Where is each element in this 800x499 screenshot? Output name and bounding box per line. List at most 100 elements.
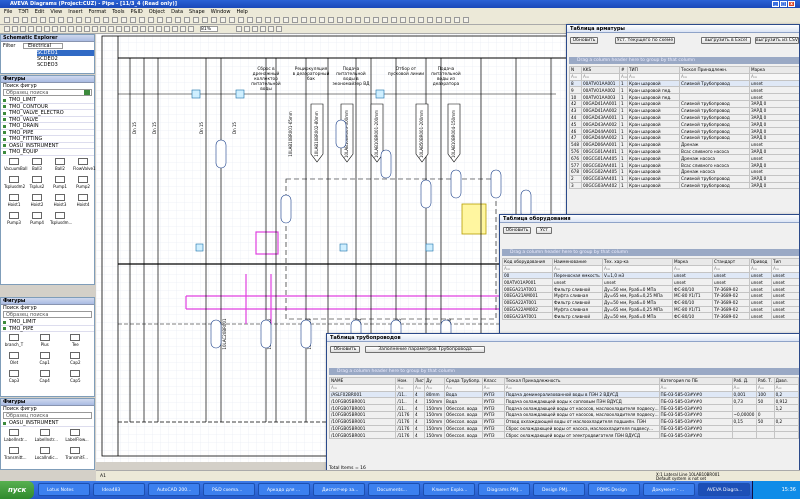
toolbar-button[interactable] [116,26,122,32]
column-header[interactable]: Тескол Принадлежн. [679,66,750,74]
column-header[interactable]: Тескол Принадлежность [503,377,660,385]
column-header[interactable]: KKS [581,66,620,74]
table-row[interactable]: 42 00GAD41AA001 1 Кран шаровой Сливной трубо… [569,99,799,108]
filter-cell[interactable]: A= [502,264,553,273]
figure-symbol[interactable]: Hoist4 [73,193,93,208]
menu-item[interactable]: Edit [35,9,45,15]
taskbar-button[interactable]: Аркадо для ... [258,483,310,496]
close-button[interactable]: x [788,1,795,7]
toolbar-button[interactable] [355,17,361,23]
figure-symbol[interactable]: LocalIndic... [35,446,58,461]
filter-cell[interactable]: A= [619,72,628,81]
filter-cell[interactable]: A= [749,264,772,273]
table-row[interactable]: /10FGB05BR001/1176 4 150mm Обессол. вода УУП… [328,410,799,419]
toolbar-button[interactable] [164,26,170,32]
toolbar-button[interactable] [463,17,469,23]
table-row[interactable]: 3 00GCG03AA402 1 Кран шаровой Сливной трубоп… [569,181,799,190]
filter-cell[interactable]: A= [503,383,660,392]
figure-symbol[interactable]: Olet [4,352,24,366]
table-row[interactable]: 2 00GCG03AA401 1 Кран шаровой Сливной трубоп… [569,174,799,183]
column-header[interactable]: Тип [771,258,799,266]
toolbar-button[interactable] [124,26,130,32]
taskbar-button[interactable]: Документ - ... [643,483,695,496]
group-by-area[interactable]: Drag a column header here to group by th… [502,249,799,256]
figure-symbol[interactable]: Plus [35,334,55,348]
table-row[interactable]: 45 00GAD43AA002 1 Кран шаровой Сливной трубо… [569,120,799,129]
toolbar-button[interactable] [238,17,244,23]
menu-item[interactable]: TЭП [18,9,28,15]
toolbar-button[interactable] [265,17,271,23]
filter-cell[interactable]: A= [627,72,680,81]
figure-search-input[interactable]: Образец поиска [3,311,92,318]
table-row[interactable]: 10 00ATV01AA003 1 Кран шаровой пед. unset [569,93,799,101]
menu-item[interactable]: Help [236,9,247,15]
table-row[interactable]: 46 00GAD44AA001 1 Кран шаровой Сливной трубо… [569,127,799,135]
toolbar-button[interactable] [373,17,379,23]
toolbar-button[interactable] [337,17,343,23]
figure-symbol[interactable]: LabelFlow... [65,428,89,443]
column-header[interactable]: Стандарт [712,258,750,266]
filter-cell[interactable]: A= [481,383,505,392]
figure-symbol[interactable]: Tsplusdm2 [4,175,25,190]
column-header[interactable]: Раб. Д. [731,377,757,385]
toolbar-button[interactable] [445,17,451,23]
toolbar-button[interactable] [418,17,424,23]
filter-dropdown[interactable]: Electrical [23,43,63,49]
table-row[interactable]: 43 00GAD41AA002 1 Кран шаровой Сливной трубо… [569,106,799,115]
toolbar-button[interactable] [112,17,118,23]
maximize-button[interactable]: □ [780,1,787,7]
toolbar-button[interactable] [4,17,10,23]
filter-cell[interactable]: A= [731,383,757,392]
figure-symbol[interactable]: Hoist2 [27,193,47,208]
figure-symbol[interactable]: Cap2 [65,352,85,366]
figure-symbol[interactable]: Pump4 [27,211,47,226]
column-header[interactable]: Среда Трубопр. [444,377,483,385]
table-row[interactable]: 576 00GCG01AA401 1 Кран шаровой Всас сливног… [569,147,799,156]
toolbar-button[interactable] [364,17,370,23]
taskbar-button[interactable]: Documents... [368,483,420,496]
toolbar-button[interactable] [49,17,55,23]
filter-cell[interactable]: A= [328,383,397,392]
table-row[interactable]: 44 00GAD43AA001 1 Кран шаровой Сливной трубо… [569,113,799,122]
toolbar-button[interactable] [292,17,298,23]
toolbar-button[interactable] [58,17,64,23]
column-header[interactable]: Наименование [552,258,603,266]
toolbar-button[interactable] [274,17,280,23]
toolbar-button[interactable] [12,26,18,32]
filter-row[interactable]: A= A= A= A= A= A= A= [502,264,799,273]
toolbar-button[interactable] [202,17,208,23]
figure-symbol[interactable]: Tsplusdm... [50,211,72,226]
figure-symbol[interactable]: TransmitF... [65,446,88,461]
column-header[interactable]: Марка [672,258,713,266]
toolbar-button[interactable] [252,26,258,32]
figure-symbol[interactable]: Cap1 [35,352,55,366]
toolbar-button[interactable] [28,26,34,32]
table-row[interactable]: 8 00ATV01AA001 1 Кран шаровой Сливной Трубоп… [569,79,799,88]
column-header[interactable]: Код оборудования [502,258,553,266]
table-row[interactable]: 9 00ATV01AA002 1 Кран шаровой пед. unset [569,86,799,95]
toolbar-button[interactable] [400,17,406,23]
toolbar-button[interactable] [108,26,114,32]
menu-item[interactable]: P&ID [131,9,143,15]
filter-cell[interactable]: A= [552,264,603,273]
table-row[interactable]: 00EGA22AT001 Фильтр сливной Ду=50 мм, Pраб… [502,298,799,307]
taskbar-button[interactable]: PDMS Design [588,483,640,496]
toolbar-button[interactable] [244,26,250,32]
filter-row[interactable]: A= A= A= A= A= A= A= A= A= A= A= [328,383,799,392]
toolbar-button[interactable] [68,26,74,32]
toolbar-button[interactable] [409,17,415,23]
fill-pipe-params-button[interactable]: Заполнение параметров Трубопровода [365,346,485,353]
set-current-button[interactable]: Уст. текущего по схеме [615,37,675,44]
table-row[interactable]: 577 00GCG02AA401 1 Кран шаровой Всас сливног… [569,161,799,169]
toolbar-button[interactable] [121,17,127,23]
table-row[interactable]: /ASLF02BR001/11.. 4 80mm Вода УУПЗ Подача дем… [328,390,799,399]
figure-symbol[interactable]: Cap3 [4,370,24,384]
refresh-button[interactable]: Обновить [330,346,360,353]
figure-symbol[interactable]: LabelInstr... [35,428,58,443]
table-row[interactable]: 678 00GCG02AA405 1 Кран шаровой Дренаж насос… [569,167,799,176]
toolbar-button[interactable] [256,17,262,23]
column-header[interactable]: Ду [424,377,445,385]
menu-item[interactable]: Object [149,9,165,15]
toolbar-button[interactable] [148,17,154,23]
toolbar-button[interactable] [229,17,235,23]
